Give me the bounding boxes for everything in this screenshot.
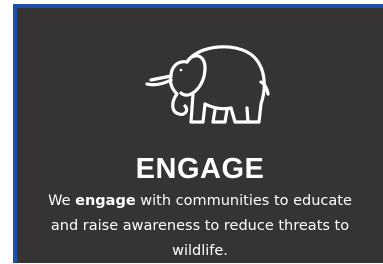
description-text: with communities to educate	[135, 193, 352, 209]
description-line-3: wildlife.	[172, 243, 228, 259]
section-description: We engage with communities to educate an…	[17, 189, 383, 264]
engage-card: ENGAGE We engage with communities to edu…	[13, 4, 383, 263]
description-line-1: We engage with communities to educate	[17, 189, 383, 214]
section-heading: ENGAGE	[135, 153, 265, 185]
elephant-icon	[145, 45, 270, 124]
page-frame: ENGAGE We engage with communities to edu…	[0, 0, 383, 263]
description-emphasis: engage	[75, 193, 136, 209]
description-text: We	[48, 193, 76, 209]
description-line-2: and raise awareness to reduce threats to	[50, 218, 350, 234]
